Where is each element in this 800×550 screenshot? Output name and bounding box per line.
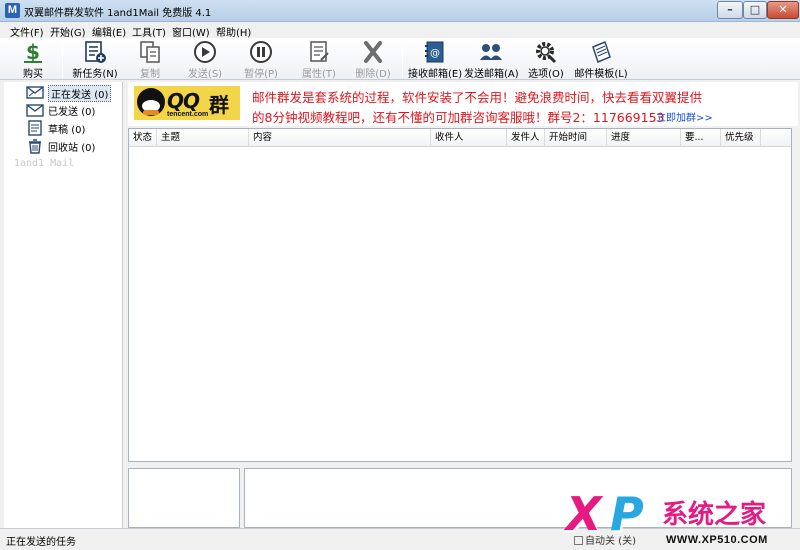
title-bar: M 双翼邮件群发软件 1and1Mail 免费版 4.1 – □ ✕: [0, 0, 800, 22]
buy-button[interactable]: $ 购买: [14, 38, 52, 80]
folder-label: 回收站: [48, 143, 78, 154]
qq-penguin-icon: [137, 88, 165, 116]
sender-button[interactable]: 发送邮箱(A): [464, 38, 519, 80]
folder-count: (0): [71, 125, 86, 136]
menu-tools[interactable]: 工具(T): [132, 24, 166, 39]
banner-text-line2: 的8分钟视频教程吧，还有不懂的可加群咨询客服哦！群号2：117669153: [252, 110, 665, 125]
toolbar: $ 购买 新任务(N) 复制 发送(S) 暂停(P) 属性(T) 删除(D) @…: [0, 38, 800, 80]
column-header[interactable]: 收件人: [431, 129, 507, 147]
properties-icon: [310, 41, 329, 62]
task-table[interactable]: 状态 主题 内容 收件人 发件人 开始时间 进度 要... 优先级: [128, 128, 792, 462]
new-task-icon: [85, 41, 106, 63]
status-text: 正在发送的任务: [6, 537, 76, 548]
join-group-link[interactable]: 立即加群>>: [656, 109, 713, 124]
table-header: 状态 主题 内容 收件人 发件人 开始时间 进度 要... 优先级: [129, 129, 791, 147]
users-icon: [480, 44, 502, 60]
column-header[interactable]: 进度: [607, 129, 681, 147]
sidebar-watermark: 1and1 Mail: [14, 158, 75, 169]
menu-file[interactable]: 文件(F): [10, 24, 44, 39]
menu-bar: 文件(F) 开始(G) 编辑(E) 工具(T) 窗口(W) 帮助(H): [0, 22, 800, 39]
inbox-label: 接收邮箱(E): [408, 69, 463, 80]
send-button[interactable]: 发送(S): [182, 38, 228, 80]
dollar-icon: $: [24, 40, 42, 64]
site-watermark-logo: X P 系统之家 WWW.XP510.COM: [566, 487, 768, 546]
column-header[interactable]: 主题: [157, 129, 249, 147]
template-icon: [592, 40, 611, 64]
window-title: 双翼邮件群发软件 1and1Mail 免费版 4.1: [24, 8, 212, 19]
svg-text:@: @: [430, 48, 440, 59]
pause-button[interactable]: 暂停(P): [238, 38, 284, 80]
options-button[interactable]: 选项(O): [526, 38, 566, 80]
delete-label: 删除(D): [355, 69, 391, 80]
properties-button[interactable]: 属性(T): [296, 38, 342, 80]
gear-search-icon: [536, 42, 557, 64]
template-label: 邮件模板(L): [574, 69, 628, 80]
menu-help[interactable]: 帮助(H): [216, 24, 251, 39]
folder-count: (0): [81, 143, 96, 154]
minimize-button[interactable]: –: [717, 1, 743, 19]
folder-label: 已发送: [48, 107, 78, 118]
menu-start[interactable]: 开始(G): [50, 24, 86, 39]
pause-icon: [250, 41, 272, 63]
column-header[interactable]: 优先级: [721, 129, 761, 147]
properties-label: 属性(T): [302, 69, 336, 80]
menu-window[interactable]: 窗口(W): [172, 24, 210, 39]
maximize-button[interactable]: □: [743, 1, 767, 19]
envelope-icon: [26, 104, 44, 117]
delete-x-icon: [364, 41, 382, 63]
toolbar-separator: [62, 40, 63, 78]
qq-group-logo[interactable]: QQ 群 tencent.com: [134, 86, 240, 120]
column-header[interactable]: 状态: [129, 129, 157, 147]
app-icon: M: [5, 3, 20, 18]
send-label: 发送(S): [187, 69, 223, 80]
pause-label: 暂停(P): [244, 69, 278, 80]
folder-label: 正在发送: [51, 90, 91, 101]
sending-envelope-icon: [26, 86, 44, 99]
template-button[interactable]: 邮件模板(L): [574, 38, 628, 80]
toolbar-separator: [402, 40, 403, 78]
column-header[interactable]: 要...: [681, 129, 721, 147]
draft-icon: [28, 120, 42, 136]
folder-label: 草稿: [48, 125, 68, 136]
options-label: 选项(O): [528, 69, 564, 80]
column-header[interactable]: 开始时间: [545, 129, 607, 147]
address-book-icon: @: [425, 41, 444, 63]
folder-count: (0): [81, 107, 96, 118]
column-header[interactable]: 发件人: [507, 129, 545, 147]
detail-pane-left: [128, 468, 240, 528]
play-icon: [194, 41, 216, 63]
menu-edit[interactable]: 编辑(E): [92, 24, 126, 39]
folder-tree: 正在发送 (0) 已发送 (0) 草稿 (0) 回收站 (0) 1and1 Ma…: [4, 82, 123, 528]
svg-text:$: $: [26, 40, 40, 64]
close-button[interactable]: ✕: [767, 1, 799, 19]
inbox-button[interactable]: @ 接收邮箱(E): [408, 38, 462, 80]
trash-icon: [29, 139, 41, 154]
promo-banner: QQ 群 tencent.com 邮件群发是套系统的过程，软件安装了不会用！避免…: [128, 82, 798, 126]
sender-label: 发送邮箱(A): [464, 69, 519, 80]
column-header[interactable]: 内容: [249, 129, 431, 147]
copy-icon: [140, 41, 160, 63]
banner-text-line1: 邮件群发是套系统的过程，软件安装了不会用！避免浪费时间，快去看看双翼提供: [252, 90, 703, 105]
buy-label: 购买: [23, 69, 43, 80]
main-area: 正在发送 (0) 已发送 (0) 草稿 (0) 回收站 (0) 1and1 Ma…: [0, 80, 800, 528]
delete-button[interactable]: 删除(D): [350, 38, 396, 80]
folder-count: (0): [94, 90, 109, 101]
copy-button[interactable]: 复制: [130, 38, 170, 80]
new-task-button[interactable]: 新任务(N): [70, 38, 120, 80]
copy-label: 复制: [140, 69, 160, 80]
new-task-label: 新任务(N): [72, 69, 118, 80]
